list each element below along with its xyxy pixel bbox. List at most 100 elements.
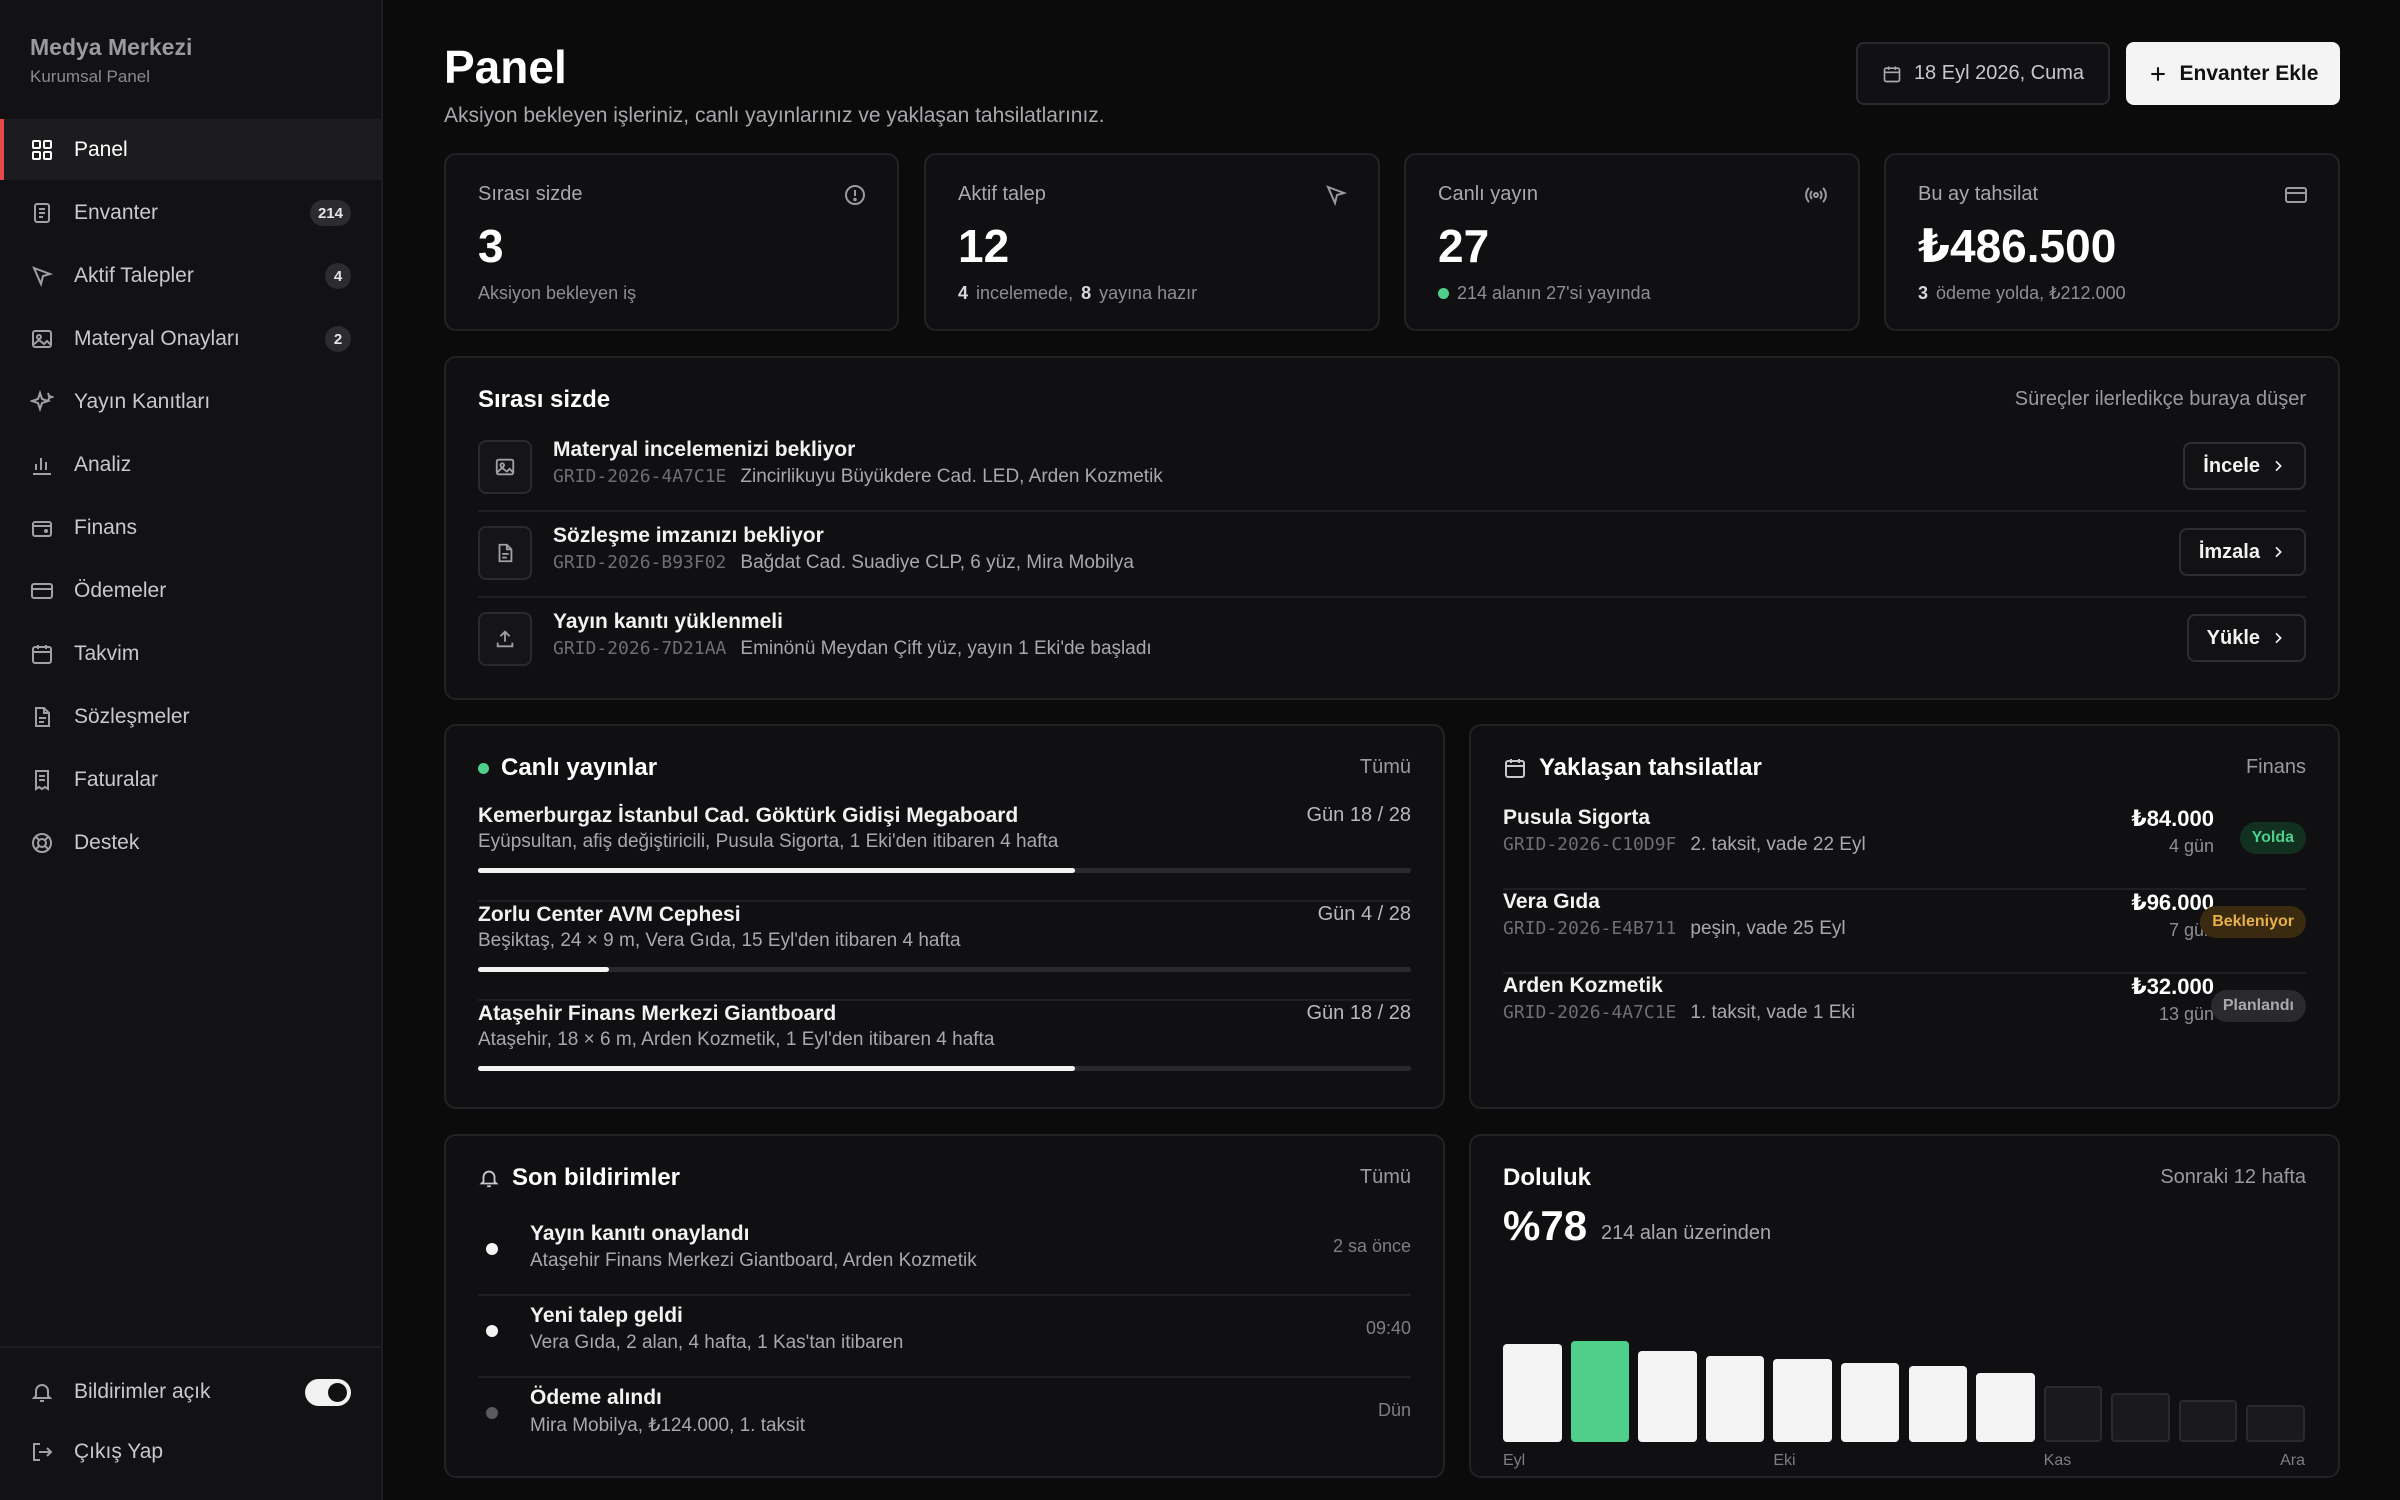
stat-value: 3 <box>478 220 504 272</box>
day-counter: Gün 4 / 28 <box>1317 903 1411 925</box>
notifications-toggle[interactable] <box>305 1379 351 1406</box>
notifications-panel: Son bildirimler Tümü Yayın kanıtı onayla… <box>444 1134 1445 1478</box>
stat-label: Sırası sizde <box>478 183 583 205</box>
stat-card-your-turn[interactable]: Sırası sizde 3 Aksiyon bekleyen iş <box>444 153 899 331</box>
sidebar-item-envanter[interactable]: Envanter 214 <box>0 182 381 243</box>
occupancy-sub: 214 alan üzerinden <box>1601 1222 1772 1244</box>
stat-card-active-requests[interactable]: Aktif talep 12 4 incelemede, 8 yayına ha… <box>924 153 1380 331</box>
stat-sub: 4 incelemede, 8 yayına hazır <box>958 283 1197 304</box>
image-icon <box>478 440 532 494</box>
logout-icon <box>30 1440 54 1464</box>
payment-row[interactable]: Pusula Sigorta GRID-2026-C10D9F 2. taksit… <box>1503 806 2306 890</box>
notification-title: Yeni talep geldi <box>530 1304 683 1327</box>
plus-icon <box>2148 64 2168 84</box>
sidebar-item-aktif-talepler[interactable]: Aktif Talepler 4 <box>0 245 381 306</box>
live-row[interactable]: Zorlu Center AVM Cephesi Beşiktaş, 24 × … <box>478 903 1411 1001</box>
payment-detail: 2. taksit, vade 22 Eyl <box>1690 834 1866 855</box>
sidebar-item-yayin-kanitlari[interactable]: Yayın Kanıtları <box>0 371 381 432</box>
date-picker-button[interactable]: 18 Eyl 2026, Cuma <box>1856 42 2110 105</box>
progress-track <box>478 868 1411 873</box>
x-tick-label: Eyl <box>1503 1452 1526 1469</box>
payment-amount: ₺96.000 <box>2131 890 2214 915</box>
upload-icon <box>478 612 532 666</box>
occupancy-bar <box>1503 1343 1562 1442</box>
sidebar-item-destek[interactable]: Destek <box>0 812 381 873</box>
occupancy-bar <box>2111 1392 2170 1442</box>
sidebar-item-panel[interactable]: Panel <box>0 119 381 180</box>
sidebar-item-label: Envanter <box>74 200 159 224</box>
queue-row: Yayın kanıtı yüklenmeli GRID-2026-7D21AA… <box>478 600 2306 684</box>
document-icon <box>30 201 54 225</box>
progress-track <box>478 1066 1411 1071</box>
sidebar-item-label: Materyal Onayları <box>74 326 240 350</box>
cursor-icon <box>30 264 54 288</box>
notification-title: Ödeme alındı <box>530 1386 662 1409</box>
in-review-count: 4 <box>958 283 969 303</box>
payment-row[interactable]: Arden Kozmetik GRID-2026-4A7C1E 1. taksit… <box>1503 974 2306 1058</box>
sidebar-item-takvim[interactable]: Takvim <box>0 623 381 684</box>
stat-card-live[interactable]: Canlı yayın 27 214 alanın 27'si yayında <box>1404 153 1860 331</box>
stat-sub-text: Aksiyon bekleyen iş <box>478 283 637 303</box>
x-tick-label: Eki <box>1773 1452 1796 1469</box>
sign-button[interactable]: İmzala <box>2178 528 2306 576</box>
payment-row[interactable]: Vera Gıda GRID-2026-E4B711 peşin, vade 25… <box>1503 890 2306 974</box>
sidebar-item-materyal-onaylari[interactable]: Materyal Onayları 2 <box>0 308 381 369</box>
notification-time: 2 sa önce <box>1332 1236 1411 1256</box>
sidebar-item-sozlesmeler[interactable]: Sözleşmeler <box>0 686 381 747</box>
progress-track <box>478 967 1411 972</box>
payment-amount: ₺32.000 <box>2131 974 2214 999</box>
client-name: Vera Gıda <box>1503 890 1600 913</box>
days-left: 4 gün <box>2168 836 2214 856</box>
brand-subtitle: Kurumsal Panel <box>30 67 151 86</box>
see-all-link[interactable]: Tümü <box>1360 1166 1411 1189</box>
section-title: Son bildirimler <box>478 1164 680 1192</box>
action-label: İmzala <box>2198 540 2260 563</box>
live-dot <box>1438 288 1449 299</box>
notification-title: Yayın kanıtı onaylandı <box>530 1222 750 1245</box>
receipt-icon <box>30 768 54 792</box>
notification-item[interactable]: Yeni talep geldi Vera Gıda, 2 alan, 4 ha… <box>478 1296 1411 1378</box>
sidebar-item-faturalar[interactable]: Faturalar <box>0 749 381 810</box>
count-badge: 2 <box>325 326 351 352</box>
sidebar-item-finans[interactable]: Finans <box>0 497 381 558</box>
count-badge: 4 <box>325 263 351 289</box>
finance-link[interactable]: Finans <box>2246 756 2306 779</box>
occupancy-bar <box>1773 1358 1832 1442</box>
logout-button[interactable]: Çıkış Yap <box>0 1422 381 1482</box>
sidebar-nav: Panel Envanter 214 Aktif Talepler 4 Mate… <box>0 119 381 875</box>
stat-card-collections[interactable]: Bu ay tahsilat ₺486.500 3 ödeme yolda, ₺… <box>1884 153 2340 331</box>
occupancy-bar <box>1570 1341 1630 1442</box>
section-title: Doluluk <box>1503 1164 1591 1191</box>
order-code: GRID-2026-4A7C1E <box>1503 1002 1677 1023</box>
read-dot <box>486 1407 498 1419</box>
payment-meta: GRID-2026-E4B711 peşin, vade 25 Eyl <box>1503 918 1846 940</box>
notification-item[interactable]: Yayın kanıtı onaylandı Ataşehir Finans M… <box>478 1214 1411 1296</box>
queue-meta: GRID-2026-B93F02 Bağdat Cad. Suadiye CLP,… <box>553 552 1134 574</box>
credit-card-icon <box>30 579 54 603</box>
billboard-meta: Ataşehir, 18 × 6 m, Arden Kozmetik, 1 Ey… <box>478 1029 995 1050</box>
notification-time: Dün <box>1377 1400 1411 1420</box>
live-row[interactable]: Ataşehir Finans Merkezi Giantboard Ataşe… <box>478 1002 1411 1100</box>
billboard-meta: Eyüpsultan, afiş değiştiricili, Pusula S… <box>478 831 1059 852</box>
see-all-link[interactable]: Tümü <box>1360 756 1411 779</box>
calendar-icon <box>1882 64 1902 84</box>
brand: Medya Merkezi Kurumsal Panel <box>30 34 192 87</box>
add-inventory-button[interactable]: Envanter Ekle <box>2126 42 2340 105</box>
notification-item[interactable]: Ödeme alındı Mira Mobilya, ₺124.000, 1. … <box>478 1378 1411 1460</box>
notifications-title: Son bildirimler <box>512 1164 681 1191</box>
payment-amount: ₺84.000 <box>2131 806 2214 831</box>
stat-label: Canlı yayın <box>1438 183 1539 205</box>
sidebar-item-label: Panel <box>74 137 128 161</box>
live-row[interactable]: Kemerburgaz İstanbul Cad. Göktürk Gidişi… <box>478 804 1411 902</box>
sidebar-item-analiz[interactable]: Analiz <box>0 434 381 495</box>
sidebar-item-label: Aktif Talepler <box>74 263 194 287</box>
queue-meta: GRID-2026-4A7C1E Zincirlikuyu Büyükdere C… <box>553 466 1163 488</box>
chevron-right-icon <box>2270 544 2286 560</box>
review-button[interactable]: İncele <box>2183 442 2306 490</box>
current-date: 18 Eyl 2026, Cuma <box>1913 62 2085 84</box>
upload-button[interactable]: Yükle <box>2186 614 2306 662</box>
credit-card-icon <box>2284 183 2308 207</box>
occupancy-panel: Doluluk Sonraki 12 hafta %78 214 alan üz… <box>1469 1134 2340 1478</box>
sidebar-item-odemeler[interactable]: Ödemeler <box>0 560 381 621</box>
occupancy-bar <box>1976 1373 2035 1442</box>
